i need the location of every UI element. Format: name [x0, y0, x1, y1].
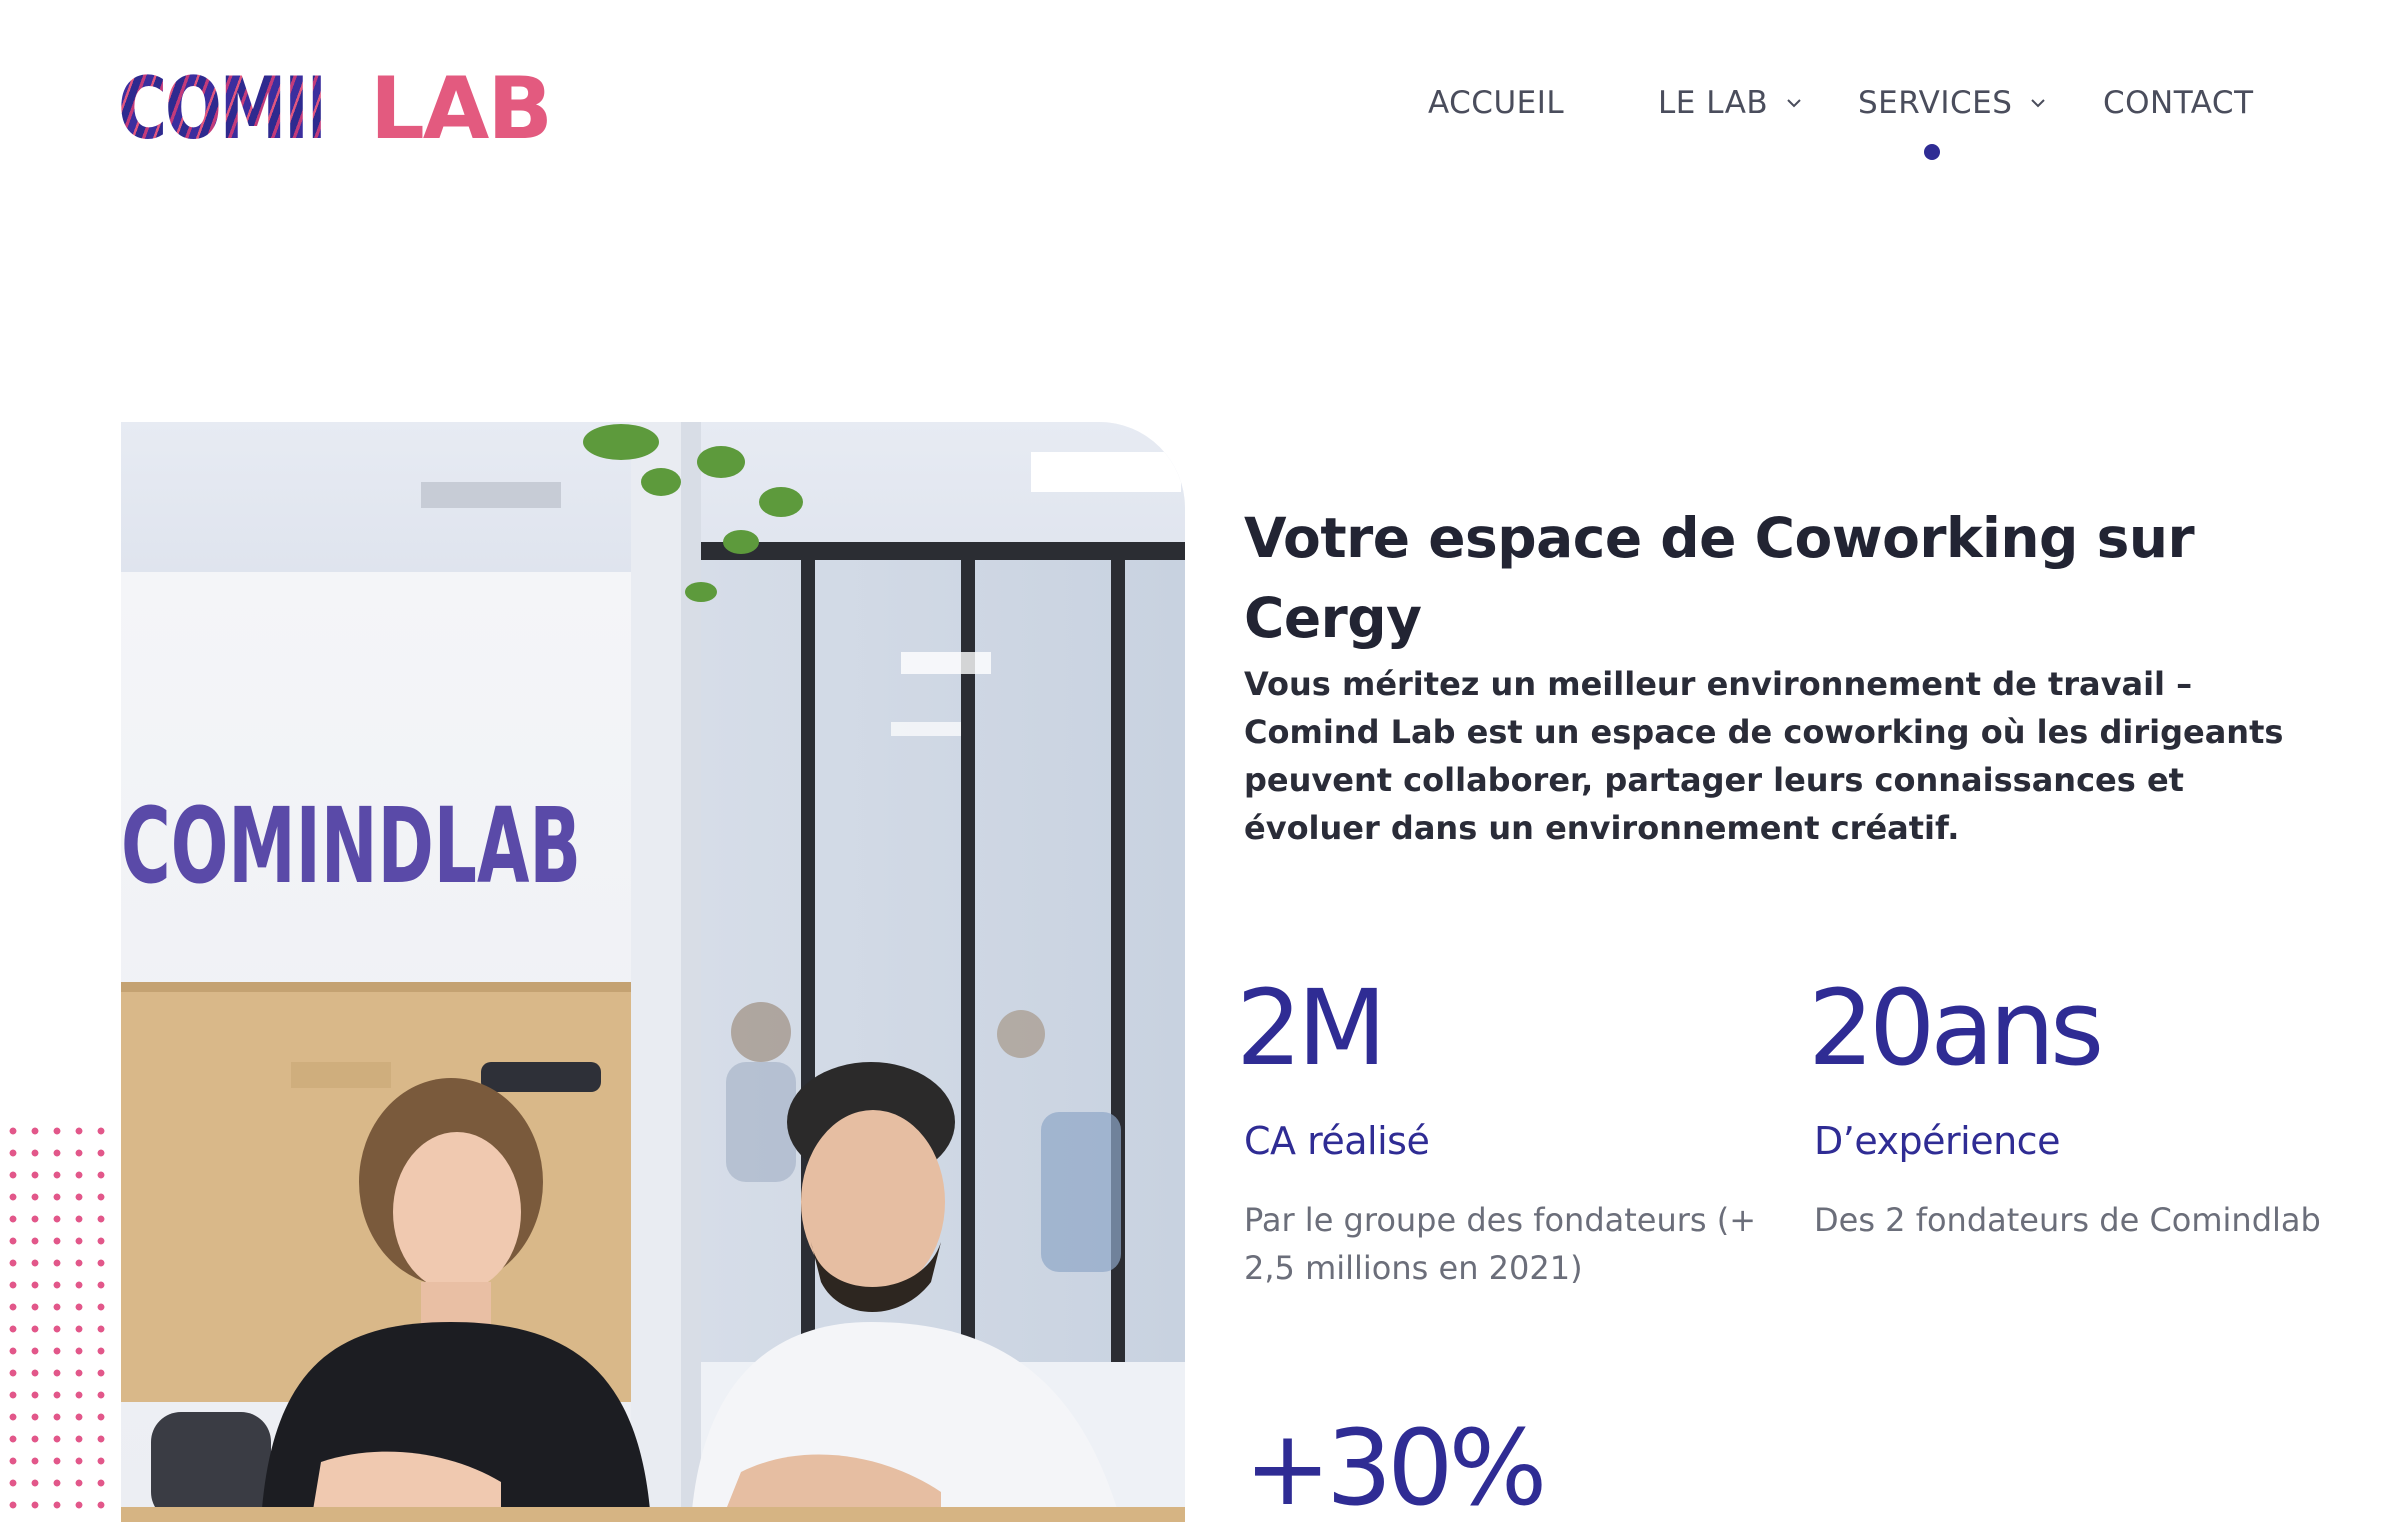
nav-item-le-lab[interactable]: LE LAB	[1658, 78, 1804, 128]
stat-label-revenue: CA réalisé	[1244, 1119, 1430, 1163]
chevron-down-icon	[1784, 93, 1804, 113]
stat-value-revenue: 2M	[1236, 967, 1387, 1089]
nav-item-accueil[interactable]: ACCUEIL	[1428, 78, 1564, 128]
wall-sign-text: COMINDLAB	[121, 785, 581, 907]
hero-headline: Votre espace de Coworking sur Cergy	[1244, 506, 2195, 650]
stat-label-experience: D’expérience	[1814, 1119, 2060, 1163]
stat-desc-experience: Des 2 fondateurs de Comindlab	[1814, 1201, 2321, 1239]
nav-item-contact[interactable]: CONTACT	[2103, 78, 2254, 128]
decorative-dot-pattern	[0, 1118, 112, 1522]
nav-item-services[interactable]: SERVICES	[1858, 78, 2048, 128]
stat-value-experience: 20ans	[1808, 967, 2104, 1089]
hero-photo: COMINDLAB	[121, 422, 1185, 1522]
nav-label-accueil: ACCUEIL	[1428, 85, 1565, 121]
active-nav-indicator	[1924, 144, 1940, 160]
nav-label-services: SERVICES	[1858, 85, 2013, 121]
nav-label-contact: CONTACT	[2103, 85, 2254, 121]
nav-label-le-lab: LE LAB	[1658, 85, 1769, 121]
main-navigation: ACCUEIL LE LAB SERVICES CONTACT	[0, 78, 2400, 168]
chevron-down-icon	[2028, 93, 2048, 113]
stat-desc-revenue: Par le groupe des fondateurs (+ 2,5 mill…	[1244, 1201, 1757, 1287]
coworking-office-illustration: COMINDLAB	[121, 422, 1185, 1522]
stat-value-growth: +30%	[1244, 1407, 1547, 1522]
hero-intro-paragraph: Vous méritez un meilleur environnement d…	[1244, 665, 2284, 847]
